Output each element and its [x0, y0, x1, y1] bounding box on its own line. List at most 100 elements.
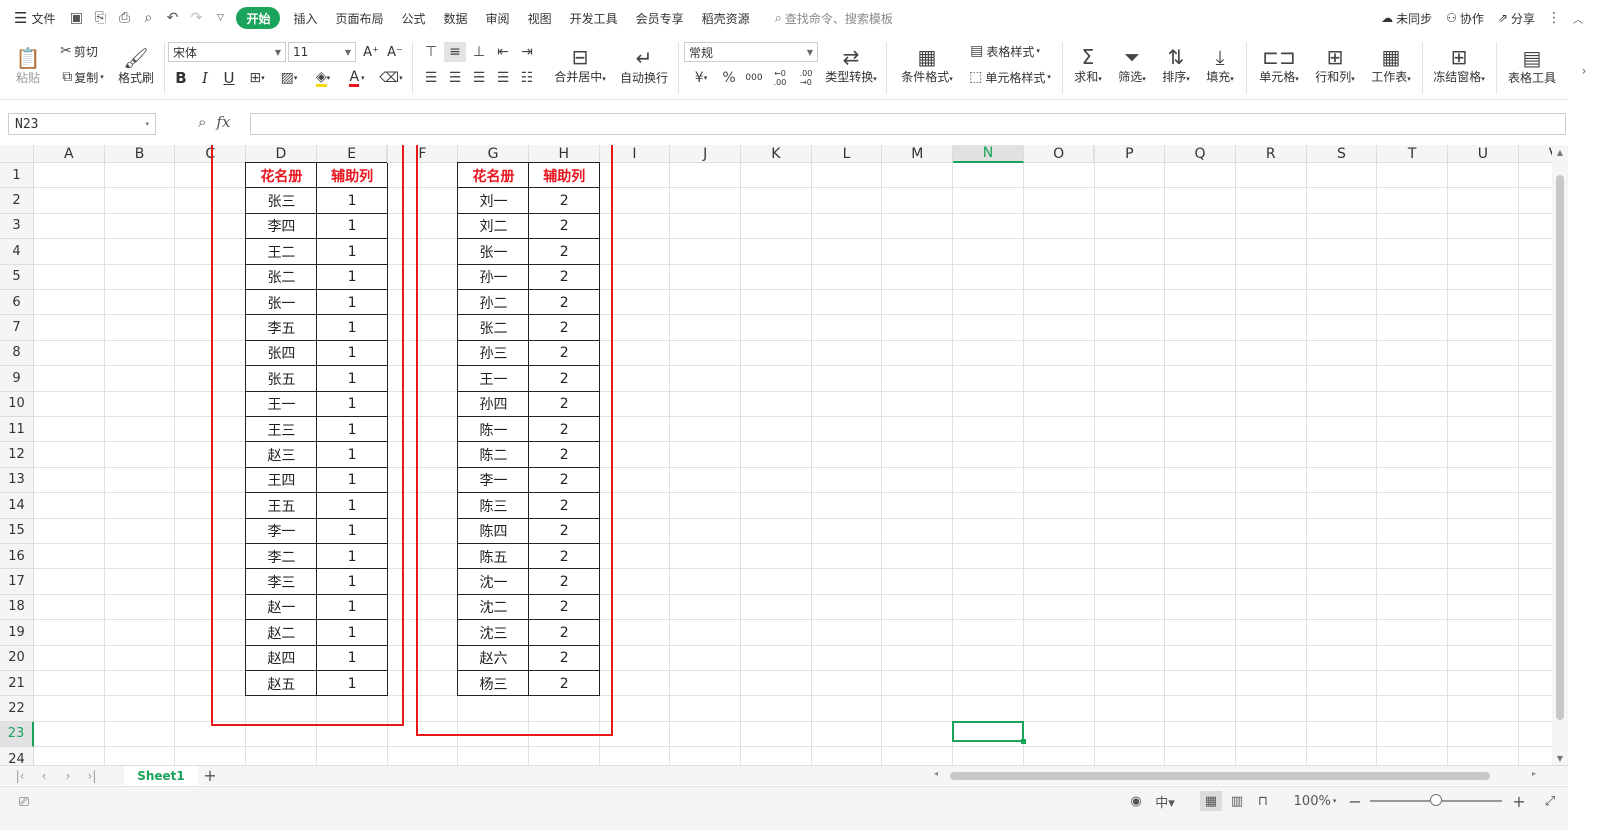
align-center-button[interactable]: ☰	[444, 68, 466, 88]
column-header-r[interactable]: R	[1235, 145, 1307, 163]
row-header-11[interactable]: 11	[0, 417, 34, 443]
sort-button[interactable]: ⇅ 排序▾	[1156, 40, 1196, 92]
file-menu[interactable]: ☰ 文件	[0, 7, 64, 29]
scroll-up-icon[interactable]: ▲	[1552, 145, 1568, 159]
aux-value-cell[interactable]: 1	[317, 671, 388, 696]
font-size-select[interactable]: 11 ▼	[288, 42, 356, 62]
quick-access-dropdown-icon[interactable]: ▽	[208, 7, 232, 29]
aux-value-cell[interactable]: 1	[317, 366, 388, 391]
aux-value-cell[interactable]: 1	[317, 239, 388, 264]
roster-name-cell[interactable]: 张一	[458, 239, 529, 264]
filter-button[interactable]: ⏷ 筛选▾	[1112, 40, 1152, 92]
row-header-16[interactable]: 16	[0, 544, 34, 570]
row-header-15[interactable]: 15	[0, 518, 34, 544]
sync-button[interactable]: ☁ 未同步	[1374, 7, 1439, 29]
zoom-in-icon[interactable]: +	[1510, 791, 1528, 811]
table-style-button[interactable]: ▤ 表格样式 ▾	[964, 42, 1046, 60]
roster-name-cell[interactable]: 沈一	[458, 569, 529, 594]
row-header-2[interactable]: 2	[0, 188, 34, 214]
align-left-button[interactable]: ☰	[420, 68, 442, 88]
column-header-l[interactable]: L	[811, 145, 883, 163]
add-sheet-icon[interactable]: +	[198, 766, 222, 785]
row-header-9[interactable]: 9	[0, 366, 34, 392]
row-header-1[interactable]: 1	[0, 163, 34, 189]
type-convert-button[interactable]: ⇄ 类型转换▾	[822, 40, 880, 92]
scroll-down-icon[interactable]: ▼	[1552, 751, 1568, 765]
aux-value-cell[interactable]: 2	[529, 519, 600, 544]
row-header-6[interactable]: 6	[0, 290, 34, 316]
number-format-select[interactable]: 常规 ▼	[684, 42, 818, 62]
increase-decimal-button[interactable]: ←0 .00	[768, 66, 792, 90]
fullscreen-icon[interactable]: ⤢	[1540, 791, 1560, 811]
collapse-ribbon-icon[interactable]: ︿	[1566, 7, 1590, 29]
column-header-v[interactable]: V	[1518, 145, 1552, 163]
row-header-21[interactable]: 21	[0, 671, 34, 697]
tab-docer[interactable]: 稻壳资源	[693, 7, 759, 29]
decrease-decimal-button[interactable]: .00 →0	[794, 66, 818, 90]
column-header-c[interactable]: C	[175, 145, 247, 163]
currency-button[interactable]: ¥ ▾	[686, 68, 716, 88]
roster-name-cell[interactable]: 孙一	[458, 265, 529, 290]
roster-name-cell[interactable]: 赵五	[246, 671, 317, 696]
zoom-out-icon[interactable]: −	[1346, 791, 1364, 811]
aux-value-cell[interactable]: 2	[529, 544, 600, 569]
roster-name-cell[interactable]: 李五	[246, 315, 317, 340]
column-header-p[interactable]: P	[1094, 145, 1166, 163]
roster-name-cell[interactable]: 刘一	[458, 188, 529, 213]
aux-value-cell[interactable]: 2	[529, 392, 600, 417]
aux-value-cell[interactable]: 1	[317, 341, 388, 366]
indent-decrease-button[interactable]: ⇤	[492, 42, 514, 62]
roster-name-cell[interactable]: 孙二	[458, 290, 529, 315]
roster-name-cell[interactable]: 孙三	[458, 341, 529, 366]
save-icon[interactable]: ▣	[64, 7, 88, 29]
sheet-tab-sheet1[interactable]: Sheet1	[124, 765, 198, 786]
border-button[interactable]: ⊞ ▾	[242, 68, 272, 88]
distributed-button[interactable]: ☷	[516, 68, 538, 88]
italic-button[interactable]: I	[194, 68, 216, 88]
tab-review[interactable]: 审阅	[477, 7, 519, 29]
zoom-level[interactable]: 100% ▾	[1290, 791, 1340, 811]
column-header-o[interactable]: O	[1023, 145, 1095, 163]
selected-cell[interactable]	[952, 720, 1026, 745]
collaborate-button[interactable]: ⚇ 协作	[1439, 7, 1491, 29]
prev-sheet-icon[interactable]: ‹	[32, 769, 56, 783]
redo-icon[interactable]: ↷	[184, 7, 208, 29]
percent-button[interactable]: %	[718, 68, 740, 88]
aux-value-cell[interactable]: 2	[529, 620, 600, 645]
aux-value-cell[interactable]: 1	[317, 188, 388, 213]
aux-value-cell[interactable]: 2	[529, 442, 600, 467]
scroll-left-icon[interactable]: ◂	[934, 769, 938, 778]
format-painter-button[interactable]: 🖌 格式刷	[114, 40, 158, 92]
roster-name-cell[interactable]: 刘二	[458, 214, 529, 239]
reading-view-icon[interactable]: ⊓	[1252, 791, 1274, 811]
select-all-corner[interactable]	[0, 145, 34, 163]
roster-name-cell[interactable]: 张四	[246, 341, 317, 366]
input-method-icon[interactable]: 中▾	[1150, 791, 1180, 811]
tab-page-layout[interactable]: 页面布局	[327, 7, 393, 29]
roster-name-cell[interactable]: 李三	[246, 569, 317, 594]
paste-button[interactable]: 📋 粘贴	[8, 40, 48, 92]
row-header-8[interactable]: 8	[0, 340, 34, 367]
sum-button[interactable]: Σ 求和▾	[1068, 40, 1108, 92]
worksheet-button[interactable]: ▦ 工作表▾	[1366, 40, 1416, 92]
column-header-u[interactable]: U	[1448, 145, 1519, 163]
align-top-button[interactable]: ⊤	[420, 42, 442, 62]
last-sheet-icon[interactable]: ›|	[80, 769, 104, 783]
conditional-format-button[interactable]: ▦ 条件格式▾	[898, 40, 956, 92]
column-header-n[interactable]: N	[953, 145, 1024, 163]
tab-member[interactable]: 会员专享	[627, 7, 693, 29]
fill-color-button[interactable]: ◈ ▾	[308, 68, 338, 88]
font-color-button[interactable]: A ▾	[342, 68, 372, 88]
roster-name-cell[interactable]: 张二	[458, 315, 529, 340]
aux-value-cell[interactable]: 1	[317, 290, 388, 315]
roster-name-cell[interactable]: 王二	[246, 239, 317, 264]
thousands-button[interactable]: 000	[742, 68, 766, 88]
column-header-a[interactable]: A	[34, 145, 105, 163]
zoom-slider-handle[interactable]	[1430, 794, 1442, 806]
clear-button[interactable]: ⌫ ▾	[376, 68, 406, 88]
column-header-s[interactable]: S	[1306, 145, 1378, 163]
aux-value-cell[interactable]: 1	[317, 442, 388, 467]
roster-name-cell[interactable]: 赵四	[246, 646, 317, 671]
cell-style-button[interactable]: ⬚ 单元格样式 ▾	[964, 68, 1056, 86]
formula-input[interactable]	[250, 113, 1566, 135]
